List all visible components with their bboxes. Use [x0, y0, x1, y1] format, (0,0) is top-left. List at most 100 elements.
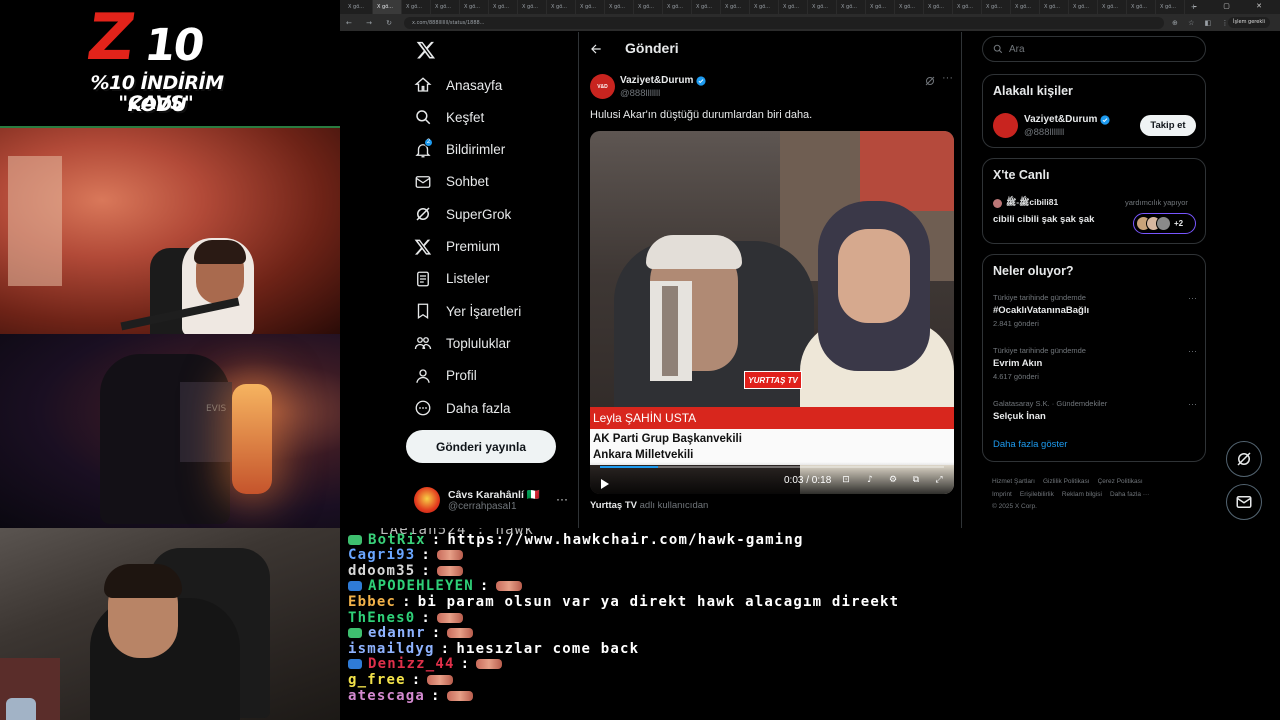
- post-more-icon[interactable]: ···: [942, 72, 953, 84]
- post-author-name[interactable]: Vaziyet&Durum: [620, 75, 706, 86]
- browser-tab[interactable]: X gö...: [518, 0, 547, 14]
- volume-icon[interactable]: ♪: [864, 474, 876, 486]
- browser-tab[interactable]: X gö...: [779, 0, 808, 14]
- browser-tab[interactable]: X gö...: [344, 0, 373, 14]
- browser-tab[interactable]: X gö...: [1069, 0, 1098, 14]
- nav-item-premium[interactable]: Premium: [414, 231, 500, 263]
- browser-tab[interactable]: X gö...: [460, 0, 489, 14]
- footer-link[interactable]: Imprint: [992, 491, 1012, 498]
- captions-icon[interactable]: ⊡: [840, 474, 852, 486]
- browser-tab[interactable]: X gö...: [634, 0, 663, 14]
- nav-item-supergrok[interactable]: SuperGrok: [414, 198, 511, 230]
- follow-button[interactable]: Takip et: [1140, 115, 1196, 136]
- browser-tab[interactable]: X gö...: [547, 0, 576, 14]
- video-source-link[interactable]: Yurttaş TV: [590, 500, 637, 511]
- trend-item[interactable]: Türkiye tarihinde gündemde Evrim Akın 4.61…: [993, 346, 1197, 381]
- play-icon[interactable]: [600, 476, 610, 489]
- nav-item-keşfet[interactable]: Keşfet: [414, 101, 484, 133]
- browser-tab[interactable]: X gö...: [373, 0, 402, 14]
- browser-nav-buttons[interactable]: ← → ↻: [340, 19, 398, 27]
- footer-link[interactable]: Çerez Politikası: [1098, 478, 1143, 485]
- footer-link[interactable]: Daha fazla ···: [1110, 491, 1149, 498]
- post-author-handle[interactable]: @888lllllll: [620, 88, 660, 99]
- trend-item[interactable]: Galatasaray S.K. · Gündemdekiler Selçuk İ…: [993, 399, 1197, 425]
- chat-username[interactable]: ddoom35: [348, 563, 415, 579]
- chat-username[interactable]: atescaga: [348, 688, 425, 704]
- browser-tab[interactable]: X gö...: [576, 0, 605, 14]
- post-button[interactable]: Gönderi yayınla: [406, 430, 556, 463]
- x-sidebar-nav: Anasayfa Keşfet 2 Bildirimler Sohbet SuperGro…: [405, 32, 577, 528]
- nav-item-daha-fazla[interactable]: Daha fazla: [414, 392, 511, 424]
- show-more-link[interactable]: Daha fazla göster: [993, 439, 1067, 450]
- footer-link[interactable]: © 2025 X Corp.: [992, 503, 1037, 510]
- browser-tab[interactable]: X gö...: [1127, 0, 1156, 14]
- chat-username[interactable]: ThEnes0: [348, 610, 415, 626]
- browser-tab[interactable]: X gö...: [431, 0, 460, 14]
- trend-more-icon[interactable]: ···: [1188, 293, 1197, 303]
- live-on-x-card[interactable]: X'te Canlı ﷺ-ﷺcibili81 yardımcılık yapıy…: [982, 158, 1206, 244]
- nav-item-listeler[interactable]: Listeler: [414, 263, 490, 295]
- footer-link[interactable]: Reklam bilgisi: [1062, 491, 1102, 498]
- url-field[interactable]: x.com/888lllllll/status/1888...: [404, 16, 1165, 29]
- chat-username[interactable]: BotRix: [368, 532, 426, 548]
- browser-tab[interactable]: X gö...: [489, 0, 518, 14]
- browser-tab[interactable]: X gö...: [1040, 0, 1069, 14]
- bell-icon: 2: [414, 137, 433, 159]
- trend-item[interactable]: Türkiye tarihinde gündemde #OcaklıVatanın…: [993, 293, 1197, 328]
- chat-username[interactable]: g_free: [348, 672, 406, 688]
- extension-icons[interactable]: ⊕ ☆ ◧ ⋮: [1172, 19, 1232, 27]
- settings-icon[interactable]: ⚙: [887, 474, 899, 486]
- messages-fab[interactable]: [1226, 484, 1262, 520]
- browser-tab[interactable]: X gö...: [721, 0, 750, 14]
- browser-tab[interactable]: X gö...: [953, 0, 982, 14]
- more-icon[interactable]: ···: [556, 492, 568, 506]
- browser-tab[interactable]: X gö...: [895, 0, 924, 14]
- browser-tab[interactable]: X gö...: [808, 0, 837, 14]
- trend-more-icon[interactable]: ···: [1188, 399, 1197, 409]
- video-progress-bar[interactable]: [600, 466, 944, 468]
- post-author-avatar[interactable]: V&D: [590, 74, 615, 99]
- nav-item-topluluklar[interactable]: Topluluklar: [414, 327, 511, 359]
- nav-item-bildirimler[interactable]: 2 Bildirimler: [414, 134, 505, 166]
- x-logo-icon[interactable]: [416, 40, 436, 60]
- related-name[interactable]: Vaziyet&Durum: [1024, 114, 1110, 125]
- footer-link[interactable]: Gizlilik Politikası: [1043, 478, 1090, 485]
- browser-tab[interactable]: X gö...: [750, 0, 779, 14]
- chat-username[interactable]: Cagri93: [348, 547, 415, 563]
- pip-icon[interactable]: ⧉: [910, 474, 922, 486]
- browser-tab[interactable]: X gö...: [1098, 0, 1127, 14]
- nav-item-sohbet[interactable]: Sohbet: [414, 166, 489, 198]
- nav-item-yer-i-şaretleri[interactable]: Yer İşaretleri: [414, 295, 521, 327]
- chat-username[interactable]: APODEHLEYEN: [368, 578, 474, 594]
- browser-tab[interactable]: X gö...: [982, 0, 1011, 14]
- chat-username[interactable]: edannr: [368, 625, 426, 641]
- live-listeners[interactable]: +2: [1133, 213, 1196, 234]
- chat-username[interactable]: Ebbec: [348, 594, 396, 610]
- browser-tab[interactable]: X gö...: [1156, 0, 1185, 14]
- grok-icon[interactable]: [924, 74, 936, 86]
- browser-tab[interactable]: X gö...: [663, 0, 692, 14]
- footer-link[interactable]: Erişilebilirlik: [1020, 491, 1054, 498]
- chat-username[interactable]: Denizz_44: [368, 656, 455, 672]
- back-arrow-icon[interactable]: [589, 42, 603, 56]
- browser-tab[interactable]: X gö...: [924, 0, 953, 14]
- trend-more-icon[interactable]: ···: [1188, 346, 1197, 356]
- related-avatar[interactable]: [993, 113, 1018, 138]
- browser-tab[interactable]: X gö...: [1011, 0, 1040, 14]
- browser-tab[interactable]: X gö...: [402, 0, 431, 14]
- grok-fab[interactable]: [1226, 441, 1262, 477]
- window-controls[interactable]: – ▢ ✕: [1194, 2, 1274, 10]
- video-player[interactable]: YURTTAŞ TV Leyla ŞAHİN USTA AK Parti Gru…: [590, 131, 954, 494]
- nav-item-anasayfa[interactable]: Anasayfa: [414, 69, 502, 101]
- footer-link[interactable]: Hizmet Şartları: [992, 478, 1035, 485]
- browser-tab[interactable]: X gö...: [866, 0, 895, 14]
- browser-tab[interactable]: X gö...: [605, 0, 634, 14]
- nav-item-profil[interactable]: Profil: [414, 360, 477, 392]
- account-switcher[interactable]: Câvs Karahânlí 🇮🇹 @cerrahpasaI1 ···: [414, 484, 574, 516]
- browser-tab[interactable]: X gö...: [692, 0, 721, 14]
- search-input[interactable]: Ara: [982, 36, 1206, 62]
- browser-tab[interactable]: X gö...: [837, 0, 866, 14]
- fullscreen-icon[interactable]: ⤢: [933, 474, 945, 486]
- profile-chip[interactable]: İşlem gerekli: [1228, 17, 1270, 28]
- chat-username[interactable]: ismaildyg: [348, 641, 435, 657]
